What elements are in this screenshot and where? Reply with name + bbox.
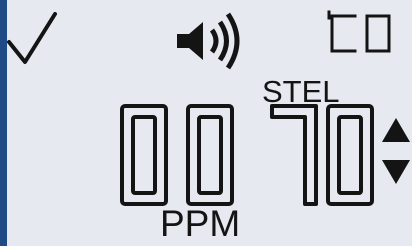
device-bezel: STEL PPM [0,0,412,246]
unit-label: PPM [160,203,241,244]
gas-label [327,10,391,53]
mode-label: STEL [262,74,340,109]
up-down-arrows-icon [382,118,410,184]
digit-0-last [326,104,374,206]
digit-0-first [120,104,168,206]
lcd-screen: STEL PPM [7,0,412,246]
reading-digits [120,104,374,206]
digit-7 [270,104,318,206]
speaker-icon [177,12,240,70]
digit-0-second [186,104,234,206]
checkmark-icon [7,12,57,64]
